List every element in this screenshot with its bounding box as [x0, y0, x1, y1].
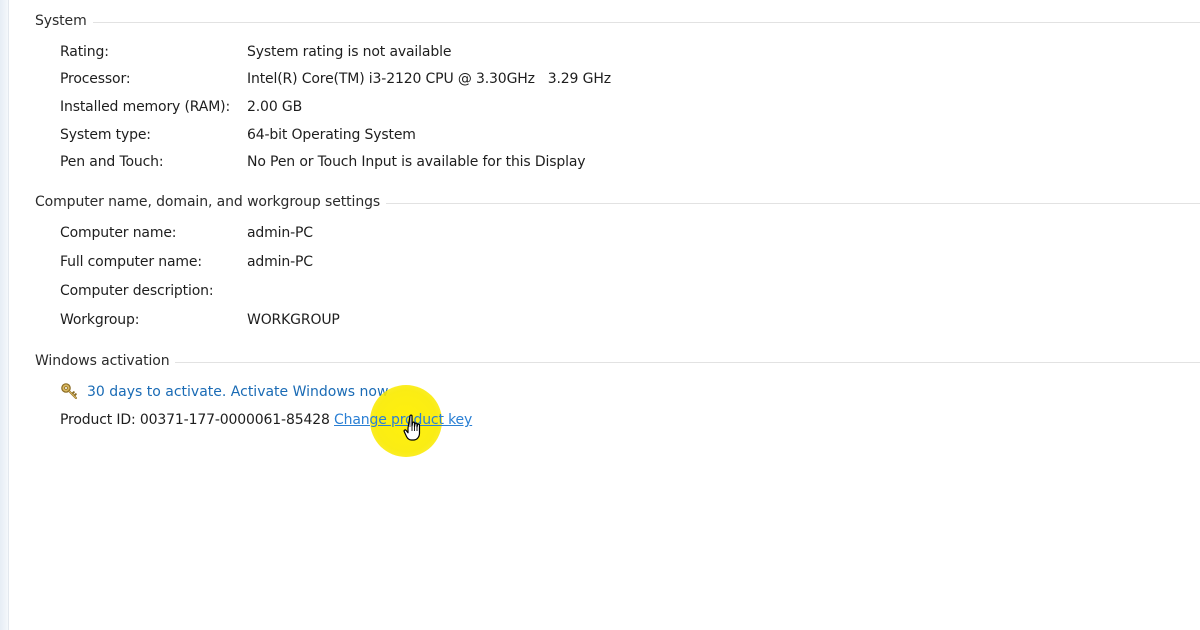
left-pane-edge	[0, 0, 9, 630]
computer-description-row: Computer description:	[60, 281, 247, 301]
memory-row: Installed memory (RAM): 2.00 GB	[60, 97, 302, 117]
change-product-key-link[interactable]: Change product key	[334, 412, 472, 428]
full-computer-name-value: admin-PC	[247, 254, 313, 270]
pen-touch-label: Pen and Touch:	[60, 154, 164, 170]
system-rating-link[interactable]: System rating is not available	[247, 44, 451, 60]
computer-name-row: Computer name: admin-PC	[60, 223, 313, 243]
workgroup-row: Workgroup: WORKGROUP	[60, 310, 340, 330]
activation-section-header: Windows activation	[35, 351, 1200, 371]
computer-description-label: Computer description:	[60, 283, 214, 299]
key-icon	[60, 382, 80, 402]
activation-row: 30 days to activate. Activate Windows no…	[60, 382, 388, 402]
rating-label: Rating:	[60, 44, 109, 60]
processor-row: Processor: Intel(R) Core(TM) i3-2120 CPU…	[60, 69, 611, 89]
processor-value: Intel(R) Core(TM) i3-2120 CPU @ 3.30GHz …	[247, 71, 611, 87]
memory-value: 2.00 GB	[247, 99, 303, 115]
workgroup-value: WORKGROUP	[247, 312, 340, 328]
product-id-text: Product ID: 00371-177-0000061-85428	[60, 412, 330, 428]
system-type-row: System type: 64-bit Operating System	[60, 125, 416, 145]
workgroup-label: Workgroup:	[60, 312, 140, 328]
computer-section-header: Computer name, domain, and workgroup set…	[35, 192, 1200, 212]
system-type-label: System type:	[60, 127, 151, 143]
rating-row: Rating: System rating is not available	[60, 42, 451, 62]
full-computer-name-row: Full computer name: admin-PC	[60, 252, 313, 272]
pen-touch-row: Pen and Touch: No Pen or Touch Input is …	[60, 152, 586, 172]
product-id-row: Product ID: 00371-177-0000061-85428	[60, 410, 330, 430]
activate-windows-link[interactable]: 30 days to activate. Activate Windows no…	[87, 384, 388, 400]
computer-name-value: admin-PC	[247, 225, 313, 241]
full-computer-name-label: Full computer name:	[60, 254, 202, 270]
processor-label: Processor:	[60, 71, 131, 87]
system-properties-page: System Rating: System rating is not avai…	[0, 0, 1200, 630]
system-section-title: System	[35, 13, 87, 29]
memory-label: Installed memory (RAM):	[60, 99, 231, 115]
computer-name-label: Computer name:	[60, 225, 177, 241]
computer-section-title: Computer name, domain, and workgroup set…	[35, 194, 381, 210]
change-product-key-wrap: Change product key	[334, 410, 472, 430]
system-type-value: 64-bit Operating System	[247, 127, 416, 143]
pen-touch-value: No Pen or Touch Input is available for t…	[247, 154, 586, 170]
system-section-header: System	[35, 11, 1200, 31]
section-divider	[386, 202, 1200, 204]
section-divider	[92, 21, 1200, 23]
section-divider	[175, 361, 1200, 363]
activation-section-title: Windows activation	[35, 353, 170, 369]
